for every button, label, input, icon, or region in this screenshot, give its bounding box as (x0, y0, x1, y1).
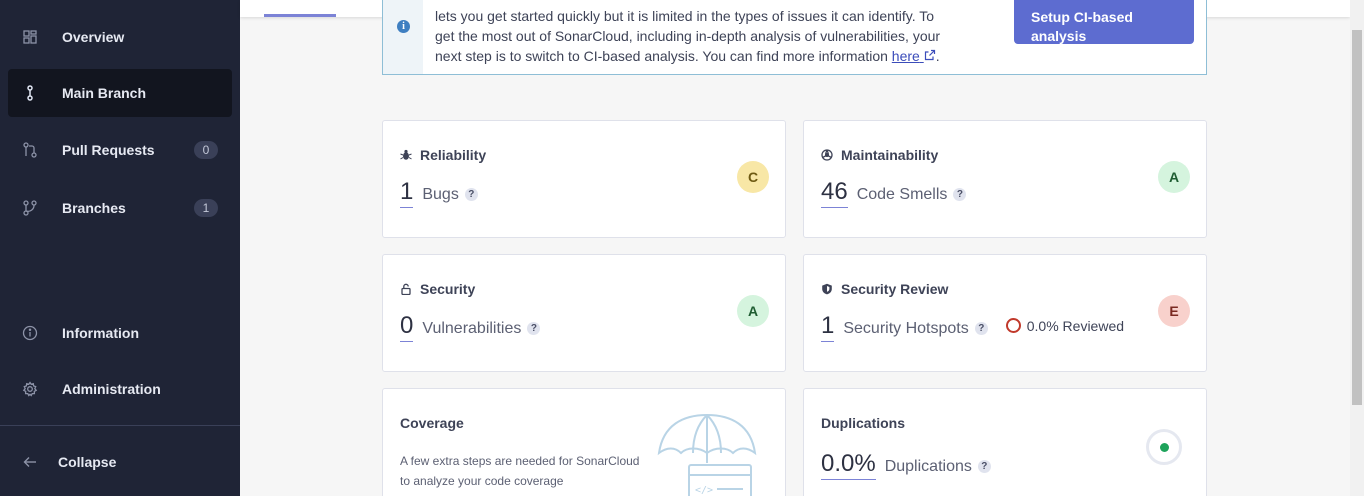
security-review-card: Security Review 1 Security Hotspots ? 0.… (803, 254, 1207, 372)
security-card: Security 0 Vulnerabilities ? A (382, 254, 786, 372)
help-icon[interactable]: ? (527, 322, 541, 335)
bugs-count-link[interactable]: 1 (400, 179, 414, 208)
reliability-card: Reliability 1 Bugs ? C (382, 120, 786, 238)
card-title: Coverage (400, 415, 464, 431)
pull-request-icon (22, 142, 38, 158)
maintainability-rating[interactable]: A (1158, 161, 1190, 193)
page-scrollbar[interactable] (1350, 0, 1364, 496)
maintainability-icon (821, 149, 833, 161)
scrollbar-thumb[interactable] (1352, 30, 1362, 405)
metric-label: Vulnerabilities (422, 320, 522, 337)
branch-icon (22, 85, 38, 101)
metric-label: Bugs (422, 186, 459, 203)
reviewed-ring-icon (1005, 318, 1021, 333)
umbrella-illustration-icon: </> (657, 413, 757, 496)
sidebar-item-overview[interactable]: Overview (8, 13, 232, 61)
coverage-card: Coverage A few extra steps are needed fo… (382, 388, 786, 496)
vulnerabilities-count-link[interactable]: 0 (400, 313, 414, 342)
card-title: Duplications (821, 415, 906, 431)
card-title: Security Review (841, 281, 949, 297)
count-badge: 0 (194, 141, 218, 159)
coverage-setup-message: A few extra steps are needed for SonarCl… (400, 454, 640, 488)
help-icon[interactable]: ? (974, 322, 988, 335)
svg-text:</>: </> (695, 485, 713, 496)
setup-ci-analysis-button[interactable]: Setup CI-based analysis (1014, 0, 1194, 44)
sidebar-item-branches[interactable]: Branches 1 (8, 184, 232, 232)
info-icon: i (397, 20, 410, 33)
collapse-button[interactable]: Collapse (8, 438, 232, 486)
active-tab-indicator (264, 14, 336, 17)
security-rating[interactable]: A (737, 295, 769, 327)
overview-grid-icon (22, 29, 38, 45)
maintainability-card: Maintainability 46 Code Smells ? A (803, 120, 1207, 238)
sidebar-item-pull-requests[interactable]: Pull Requests 0 (8, 126, 232, 174)
duplications-status-dot (1159, 442, 1169, 452)
card-title: Security (420, 281, 476, 297)
more-info-link[interactable]: here (892, 48, 936, 64)
sidebar-item-administration[interactable]: Administration (8, 365, 232, 413)
help-icon[interactable]: ? (464, 188, 478, 201)
security-review-rating[interactable]: E (1158, 295, 1190, 327)
sidebar-divider (0, 425, 240, 426)
banner-icon-column: i (383, 0, 423, 74)
banner-text-line: next step is to switch to CI-based analy… (435, 48, 892, 64)
hotspots-count-link[interactable]: 1 (821, 313, 835, 342)
collapse-label: Collapse (58, 454, 117, 470)
gear-icon (22, 381, 38, 397)
sidebar-item-label: Main Branch (62, 85, 147, 101)
hotspots-reviewed-indicator: 0.0% Reviewed (1005, 317, 1125, 334)
arrow-left-icon (22, 454, 38, 470)
banner-message: lets you get started quickly but it is l… (435, 8, 941, 64)
sidebar-item-information[interactable]: Information (8, 309, 232, 357)
metric-label: Security Hotspots (843, 320, 969, 337)
metric-label: Duplications (884, 458, 972, 475)
branches-icon (22, 200, 38, 216)
duplications-value-link[interactable]: 0.0% (821, 451, 876, 480)
sidebar-item-label: Pull Requests (62, 142, 155, 158)
banner-text-line: lets you get started quickly but it is l… (435, 8, 935, 24)
help-icon[interactable]: ? (977, 460, 991, 473)
metric-label: Code Smells (856, 186, 948, 203)
sidebar-item-label: Overview (62, 29, 125, 45)
code-smells-count-link[interactable]: 46 (821, 179, 848, 208)
ci-analysis-banner: i lets you get started quickly but it is… (382, 0, 1207, 75)
card-title: Reliability (420, 147, 487, 163)
sidebar-item-label: Branches (62, 200, 126, 216)
help-icon[interactable]: ? (953, 188, 967, 201)
sidebar-item-main-branch[interactable]: Main Branch (8, 69, 232, 117)
external-link-icon (924, 49, 935, 61)
card-title: Maintainability (841, 147, 939, 163)
count-badge: 1 (194, 199, 218, 217)
duplications-indicator-icon (1146, 429, 1182, 465)
reliability-rating[interactable]: C (737, 161, 769, 193)
sidebar-item-label: Administration (62, 381, 161, 397)
banner-text-line: get the most out of SonarCloud, includin… (435, 28, 941, 44)
lock-icon (400, 283, 412, 295)
info-icon (22, 325, 38, 341)
bug-icon (400, 149, 412, 161)
sidebar: Overview Main Branch Pull Requests 0 Bra… (0, 0, 240, 496)
duplications-card: Duplications 0.0% Duplications ? (803, 388, 1207, 496)
reviewed-percentage: 0.0% Reviewed (1026, 317, 1125, 334)
sidebar-item-label: Information (62, 325, 139, 341)
shield-icon (821, 283, 833, 295)
